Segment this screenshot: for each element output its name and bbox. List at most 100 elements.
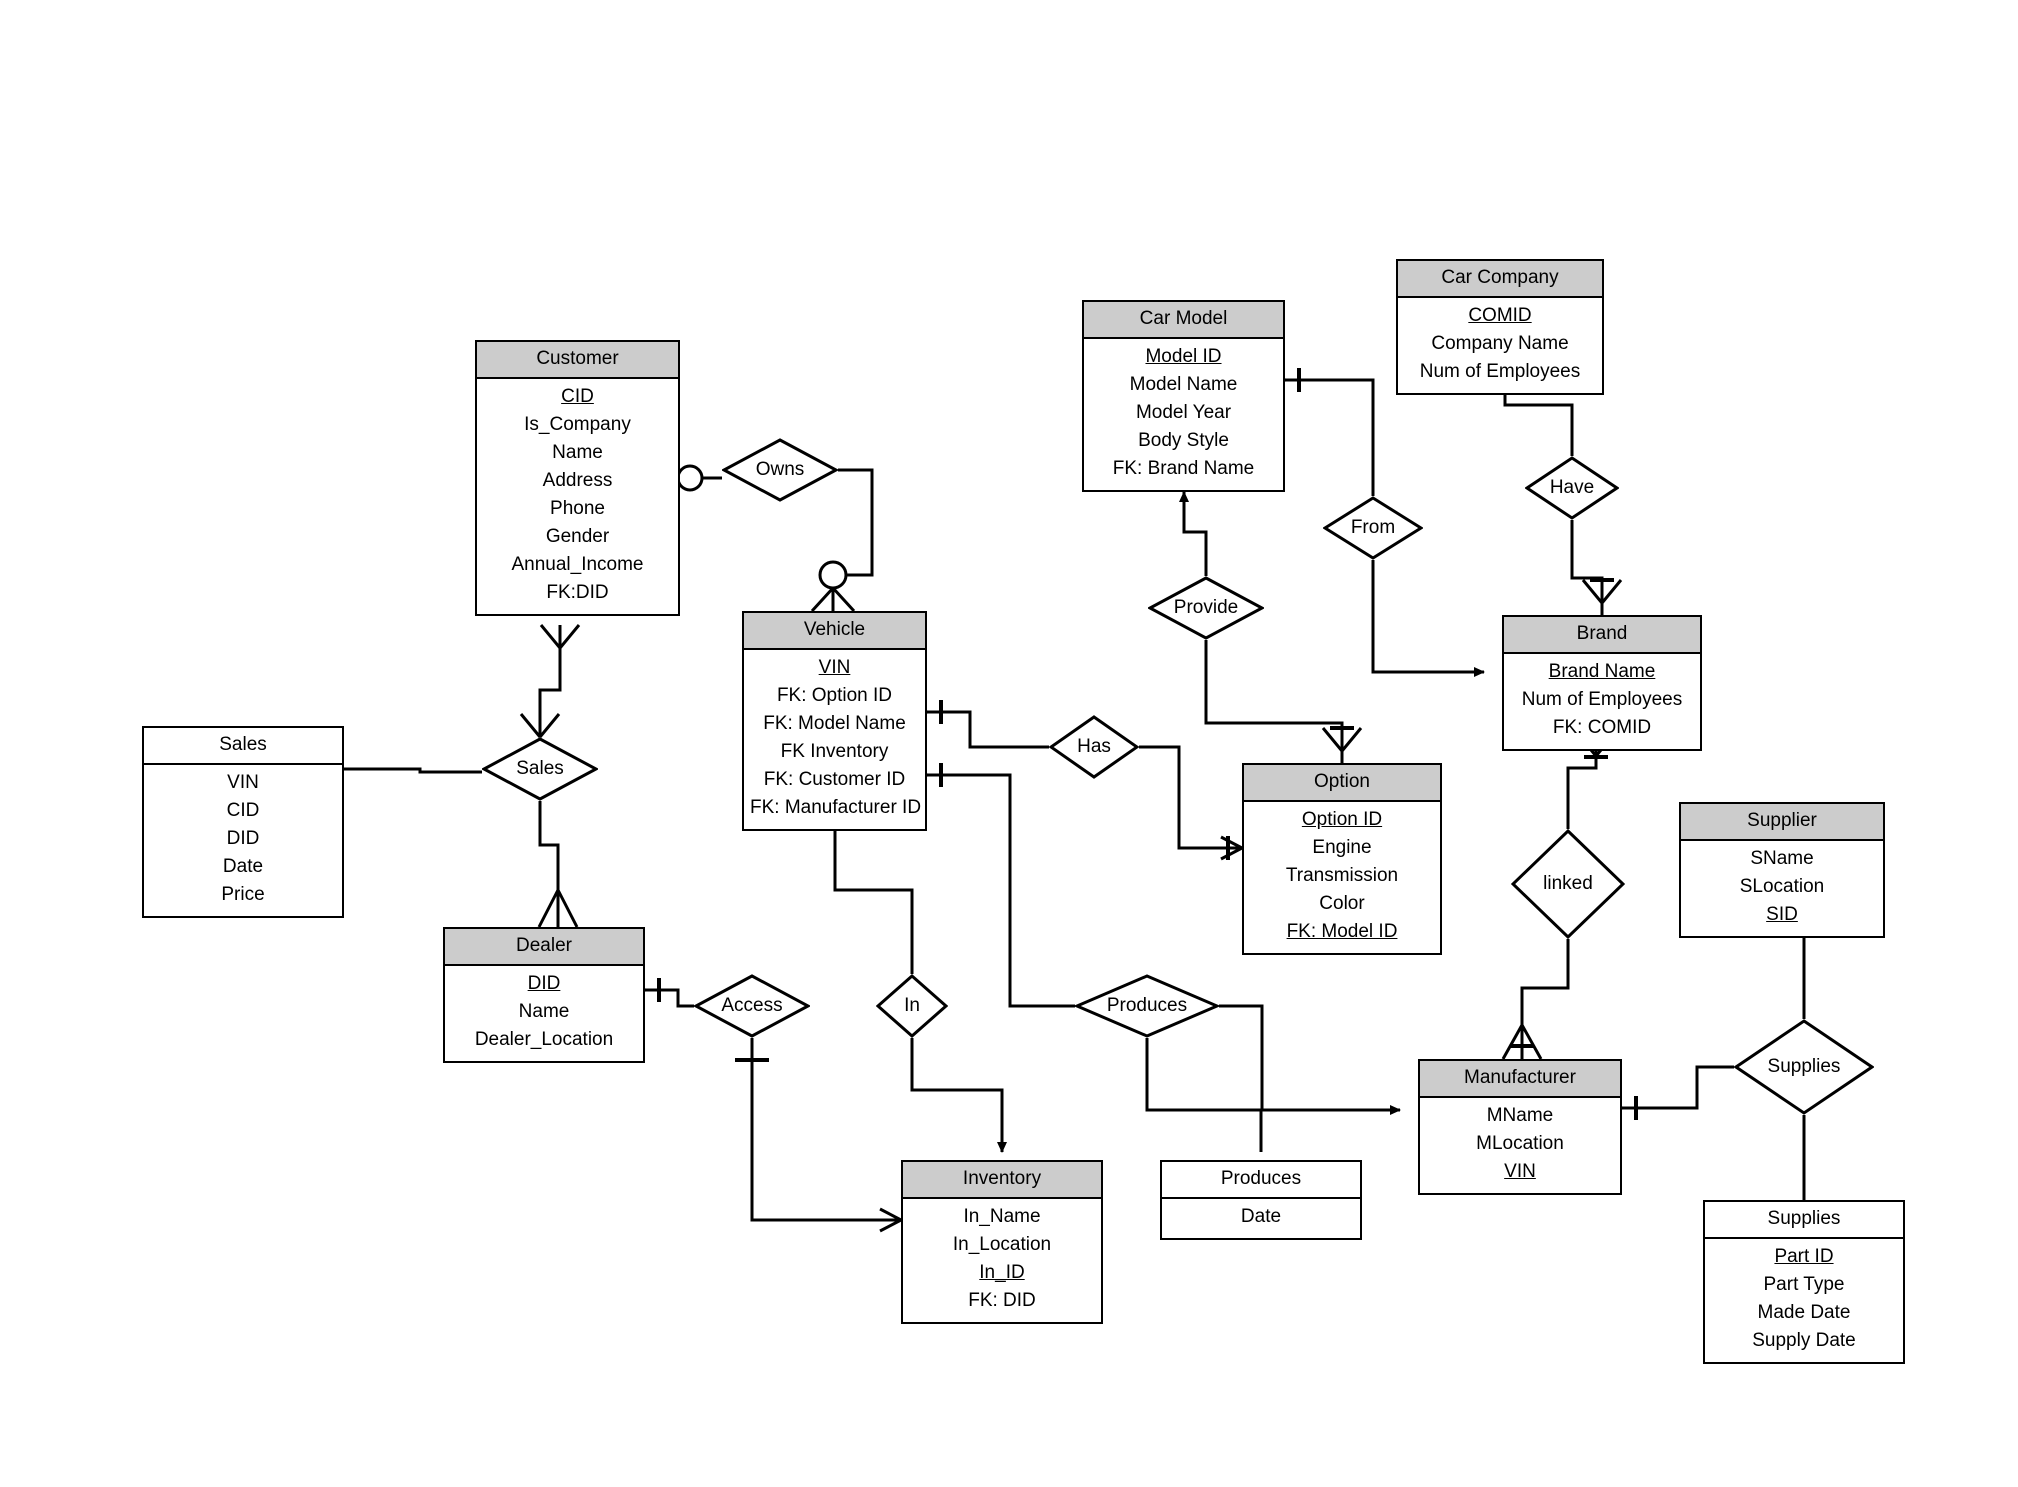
entity-supplier[interactable]: Supplier SName SLocation SID (1679, 802, 1885, 938)
wire-vehicle-has (927, 710, 1049, 749)
entity-car_model[interactable]: Car Model Model ID Model Name Model Year Bod… (1082, 300, 1285, 492)
attribute: Price (221, 884, 265, 905)
attribute: FK:DID (546, 582, 609, 603)
attribute: Address (542, 470, 613, 491)
wire-manufacturer-supplies (1622, 1065, 1734, 1110)
entity-option[interactable]: Option Option ID Engine Transmission Color FK… (1242, 763, 1442, 955)
attribute-key: VIN (1504, 1161, 1536, 1182)
attribute: Company Name (1431, 333, 1569, 354)
relationship-access[interactable]: Access (694, 974, 810, 1038)
attribute: FK: COMID (1552, 717, 1652, 738)
attribute: Is_Company (524, 414, 631, 435)
entity-car_company-title: Car Company (1398, 261, 1602, 298)
attribute: VIN (227, 772, 259, 793)
attribute: SLocation (1739, 876, 1825, 897)
entity-inventory[interactable]: Inventory In_Name In_Location In_ID FK: DID (901, 1160, 1103, 1324)
entity-customer[interactable]: Customer CID Is_Company Name Address Phone Gen… (475, 340, 680, 616)
attribute: MName (1486, 1105, 1554, 1126)
wire-provide-carmodel (1179, 491, 1208, 576)
attribute-key: COMID (1468, 305, 1532, 326)
attribute: Phone (550, 498, 605, 519)
entity-brand-title: Brand (1504, 617, 1700, 654)
wire-dealer-access (645, 988, 694, 1008)
wire-vehicle-produces (927, 773, 1075, 1008)
attribute: Name (518, 1001, 570, 1022)
relationship-supplies[interactable]: Supplies (1734, 1019, 1874, 1115)
entity-sales_attr[interactable]: Sales VIN CID DID Date Price (142, 726, 344, 918)
entity-inventory-attributes: In_Name In_Location In_ID FK: DID (903, 1199, 1101, 1322)
attribute: In_Location (952, 1234, 1052, 1255)
crow-option-top (1321, 727, 1363, 752)
attribute-key: CID (561, 386, 594, 407)
entity-supplies_attr[interactable]: Supplies Part ID Part Type Made Date Supply … (1703, 1200, 1905, 1364)
wire-from-brand (1371, 560, 1485, 677)
relationship-owns[interactable]: Owns (722, 438, 838, 502)
attribute-key: SID (1766, 904, 1798, 925)
attribute: Model Name (1129, 374, 1238, 395)
attribute: Color (1319, 893, 1365, 914)
entity-manufacturer[interactable]: Manufacturer MName MLocation VIN (1418, 1059, 1622, 1195)
relationship-has-label: Has (1077, 736, 1111, 757)
attribute: Gender (545, 526, 610, 547)
relationship-linked[interactable]: linked (1511, 829, 1625, 939)
entity-produces_attr-attributes: Date (1162, 1199, 1360, 1238)
attribute: Num of Employees (1521, 689, 1683, 710)
entity-produces_attr[interactable]: Produces Date (1160, 1160, 1362, 1240)
entity-option-attributes: Option ID Engine Transmission Color FK: Mode… (1244, 802, 1440, 953)
relationship-provide-label: Provide (1173, 597, 1239, 618)
relationship-from[interactable]: From (1323, 496, 1423, 560)
attribute: Date (1240, 1206, 1282, 1227)
attribute: Engine (1312, 837, 1372, 858)
entity-inventory-title: Inventory (903, 1162, 1101, 1199)
entity-customer-title: Customer (477, 342, 678, 379)
attribute: CID (226, 800, 260, 821)
attribute: FK: Model Name (763, 713, 906, 734)
wire-vehicle-in (833, 808, 914, 974)
wire-carmodel-from (1285, 378, 1375, 496)
relationship-sales[interactable]: Sales (482, 737, 598, 801)
entity-option-title: Option (1244, 765, 1440, 802)
relationship-has[interactable]: Has (1049, 715, 1139, 779)
relationship-produces[interactable]: Produces (1075, 974, 1219, 1038)
entity-car_company[interactable]: Car Company COMID Company Name Num of Emplo… (1396, 259, 1604, 395)
entity-dealer[interactable]: Dealer DID Name Dealer_Location (443, 927, 645, 1063)
relationship-supplies-label: Supplies (1767, 1056, 1841, 1077)
entity-dealer-attributes: DID Name Dealer_Location (445, 966, 643, 1061)
entity-supplies_attr-title: Supplies (1705, 1202, 1903, 1239)
relationship-provide[interactable]: Provide (1148, 576, 1264, 640)
attribute: Name (552, 442, 603, 463)
attribute: DID (226, 828, 260, 849)
entity-vehicle[interactable]: Vehicle VIN FK: Option ID FK: Model Name FK … (742, 611, 927, 831)
attribute: FK: DID (968, 1290, 1036, 1311)
attribute: FK: Brand Name (1112, 458, 1255, 479)
relationship-produces-label: Produces (1106, 995, 1188, 1016)
entity-car_model-title: Car Model (1084, 302, 1283, 339)
attribute: Transmission (1285, 865, 1399, 886)
wire-brand-have (1570, 520, 1604, 615)
attribute-key: FK: Model ID (1286, 921, 1398, 942)
attribute: FK Inventory (780, 741, 889, 762)
wire-access-inventory (750, 1038, 880, 1222)
wire-option-provide (1204, 640, 1344, 763)
entity-brand[interactable]: Brand Brand Name Num of Employees FK: COMID (1502, 615, 1702, 751)
entity-car_model-attributes: Model ID Model Name Model Year Body Style FK… (1084, 339, 1283, 490)
crow-vehicle-top (810, 586, 856, 613)
attribute: Date (222, 856, 264, 877)
attribute-key: Part ID (1774, 1246, 1834, 1267)
entity-produces_attr-title: Produces (1162, 1162, 1360, 1199)
entity-sales_attr-attributes: VIN CID DID Date Price (144, 765, 342, 916)
relationship-have-label: Have (1549, 477, 1595, 498)
crow-option-left (1220, 835, 1243, 861)
attribute: FK: Customer ID (763, 769, 906, 790)
attribute-key: DID (527, 973, 561, 994)
relationship-in[interactable]: In (876, 974, 948, 1038)
entity-manufacturer-attributes: MName MLocation VIN (1420, 1098, 1620, 1193)
wire-produces-manufacturer (1219, 1004, 1401, 1115)
relationship-from-label: From (1350, 517, 1396, 538)
relationship-have[interactable]: Have (1525, 456, 1619, 520)
attribute: Body Style (1138, 430, 1229, 451)
entity-brand-attributes: Brand Name Num of Employees FK: COMID (1504, 654, 1700, 749)
attribute-key: VIN (818, 657, 851, 678)
entity-car_company-attributes: COMID Company Name Num of Employees (1398, 298, 1602, 393)
entity-supplier-attributes: SName SLocation SID (1681, 841, 1883, 936)
